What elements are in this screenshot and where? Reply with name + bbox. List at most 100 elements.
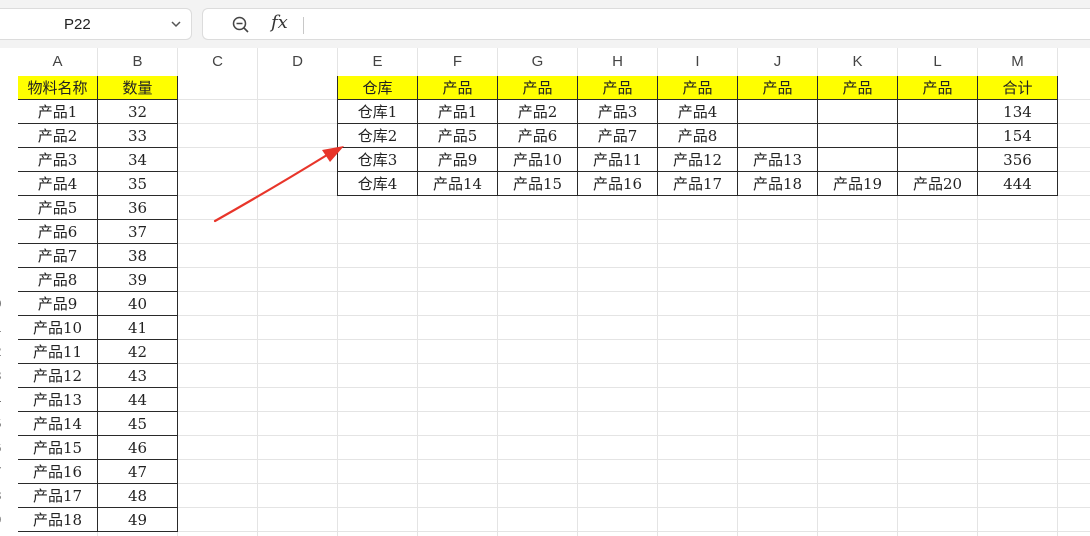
left-table-cell[interactable]: 产品3 [18,148,98,172]
left-table-cell[interactable]: 41 [98,316,178,340]
row-header[interactable]: 0 [0,292,12,316]
right-table-cell[interactable] [818,148,898,172]
right-table-cell[interactable]: 仓库3 [338,148,418,172]
left-table-cell[interactable]: 36 [98,196,178,220]
right-table-cell[interactable]: 产品5 [418,124,498,148]
row-header[interactable]: 1 [0,316,12,340]
left-table-cell[interactable]: 产品2 [18,124,98,148]
right-table-cell[interactable] [818,124,898,148]
left-table-cell[interactable]: 产品9 [18,292,98,316]
right-table-cell[interactable]: 产品2 [498,100,578,124]
right-table-cell[interactable]: 产品6 [498,124,578,148]
left-table-cell[interactable]: 34 [98,148,178,172]
row-header[interactable] [0,196,12,220]
column-header-extra[interactable] [1058,48,1090,76]
left-table-cell[interactable]: 产品4 [18,172,98,196]
left-table-cell[interactable]: 35 [98,172,178,196]
left-table-cell[interactable]: 46 [98,436,178,460]
right-table-header[interactable]: 产品 [898,76,978,100]
right-table-cell[interactable]: 产品14 [418,172,498,196]
left-table-header[interactable]: 物料名称 [18,76,98,100]
right-table-cell[interactable]: 444 [978,172,1058,196]
name-box[interactable]: P22 [0,8,192,40]
right-table-cell[interactable]: 产品8 [658,124,738,148]
left-table-cell[interactable]: 产品16 [18,460,98,484]
left-table-cell[interactable]: 40 [98,292,178,316]
right-table-cell[interactable]: 产品17 [658,172,738,196]
column-header-h[interactable]: H [578,48,658,76]
right-table-cell[interactable] [898,124,978,148]
right-table-cell[interactable]: 产品10 [498,148,578,172]
column-header-e[interactable]: E [338,48,418,76]
left-table-cell[interactable]: 产品5 [18,196,98,220]
row-header[interactable]: 4 [0,388,12,412]
right-table-cell[interactable] [898,100,978,124]
column-header-i[interactable]: I [658,48,738,76]
right-table-cell[interactable]: 产品3 [578,100,658,124]
chevron-down-icon[interactable] [169,17,183,31]
right-table-cell[interactable]: 产品16 [578,172,658,196]
row-header[interactable] [0,268,12,292]
column-header-a[interactable]: A [18,48,98,76]
left-table-header[interactable]: 数量 [98,76,178,100]
column-header-j[interactable]: J [738,48,818,76]
column-header-k[interactable]: K [818,48,898,76]
right-table-header[interactable]: 产品 [578,76,658,100]
row-header[interactable]: 5 [0,412,12,436]
left-table-cell[interactable]: 产品1 [18,100,98,124]
right-table-cell[interactable] [818,100,898,124]
right-table-cell[interactable]: 仓库2 [338,124,418,148]
right-table-cell[interactable] [738,124,818,148]
formula-input-area[interactable]: fx [202,8,1090,40]
left-table-cell[interactable]: 产品8 [18,268,98,292]
row-header[interactable]: 3 [0,364,12,388]
left-table-cell[interactable]: 37 [98,220,178,244]
right-table-cell[interactable]: 产品13 [738,148,818,172]
column-header-m[interactable]: M [978,48,1058,76]
left-table-cell[interactable]: 48 [98,484,178,508]
left-table-cell[interactable]: 38 [98,244,178,268]
row-header[interactable] [0,148,12,172]
left-table-cell[interactable]: 产品14 [18,412,98,436]
row-header[interactable] [0,244,12,268]
column-header-d[interactable]: D [258,48,338,76]
right-table-header[interactable]: 产品 [738,76,818,100]
right-table-cell[interactable]: 134 [978,100,1058,124]
right-table-cell[interactable]: 356 [978,148,1058,172]
right-table-cell[interactable]: 产品12 [658,148,738,172]
right-table-header[interactable]: 产品 [498,76,578,100]
row-header[interactable]: 8 [0,484,12,508]
column-header-g[interactable]: G [498,48,578,76]
left-table-cell[interactable]: 产品18 [18,508,98,532]
right-table-cell[interactable]: 产品7 [578,124,658,148]
right-table-header[interactable]: 合计 [978,76,1058,100]
left-table-cell[interactable]: 44 [98,388,178,412]
right-table-cell[interactable]: 产品4 [658,100,738,124]
left-table-cell[interactable]: 产品12 [18,364,98,388]
column-header-c[interactable]: C [178,48,258,76]
right-table-cell[interactable]: 产品20 [898,172,978,196]
right-table-cell[interactable]: 产品11 [578,148,658,172]
left-table-cell[interactable]: 47 [98,460,178,484]
left-table-cell[interactable]: 39 [98,268,178,292]
left-table-cell[interactable]: 产品17 [18,484,98,508]
right-table-cell[interactable]: 产品15 [498,172,578,196]
left-table-cell[interactable]: 产品7 [18,244,98,268]
right-table-header[interactable]: 仓库 [338,76,418,100]
row-header[interactable] [0,172,12,196]
left-table-cell[interactable]: 49 [98,508,178,532]
row-header[interactable] [0,124,12,148]
left-table-cell[interactable]: 产品13 [18,388,98,412]
left-table-cell[interactable]: 43 [98,364,178,388]
right-table-cell[interactable]: 产品1 [418,100,498,124]
right-table-header[interactable]: 产品 [818,76,898,100]
row-header[interactable]: 2 [0,340,12,364]
right-table-header[interactable]: 产品 [418,76,498,100]
left-table-cell[interactable]: 33 [98,124,178,148]
right-table-cell[interactable] [898,148,978,172]
row-header[interactable] [0,220,12,244]
left-table-cell[interactable]: 产品11 [18,340,98,364]
right-table-cell[interactable] [738,100,818,124]
right-table-header[interactable]: 产品 [658,76,738,100]
left-table-cell[interactable]: 产品15 [18,436,98,460]
